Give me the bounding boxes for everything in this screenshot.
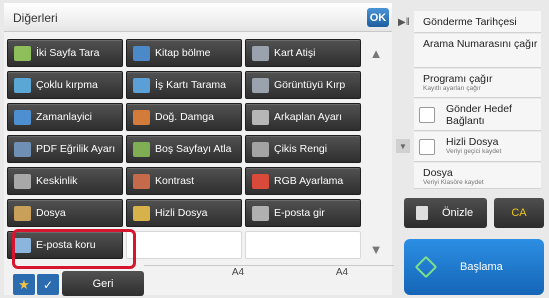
function-label: Arkaplan Ayarı	[274, 110, 343, 123]
empty-slot	[126, 231, 242, 259]
function-label: RGB Ayarlama	[274, 174, 344, 187]
function-label: Çoklu kırpma	[36, 78, 98, 91]
function-button-quick-file[interactable]: Hizli Dosya	[126, 199, 242, 227]
book-divide-icon	[133, 45, 150, 61]
business-card-scan-icon	[133, 77, 150, 93]
contrast-icon	[133, 173, 150, 189]
pdf-skew-adjust-icon	[14, 141, 31, 157]
menu-item-label: Gönderme Tarihçesi	[423, 16, 517, 28]
function-button-rgb-adjust[interactable]: RGB Ayarlama	[245, 167, 361, 195]
quick-file-item[interactable]: Hizli Dosya Veriyi geçici kaydet	[414, 132, 541, 162]
file-item[interactable]: Dosya Veriyi Klasöre kaydet	[414, 163, 541, 189]
function-button-contrast[interactable]: Kontrast	[126, 167, 242, 195]
function-button-image-crop[interactable]: Görüntüyü Kırp	[245, 71, 361, 99]
function-label: E-posta gir	[274, 206, 325, 219]
function-label: Kart Atişi	[274, 46, 316, 59]
function-button-skip-blank-page[interactable]: Boş Sayfayı Atla	[126, 135, 242, 163]
function-button-email-enter[interactable]: E-posta gir	[245, 199, 361, 227]
send-link-checkbox[interactable]	[419, 107, 435, 123]
menu-item-label: Programı çağır	[423, 73, 493, 85]
panel-header: Diğerleri OK	[4, 3, 392, 32]
function-label: İki Sayfa Tara	[36, 46, 100, 59]
file-icon	[14, 205, 31, 221]
send-history-item[interactable]: Gönderme Tarihçesi	[414, 11, 541, 33]
scroll-up-icon[interactable]: ▲	[365, 39, 387, 67]
menu-item-label: Arama Numarasını çağır	[423, 38, 538, 50]
divider	[144, 265, 394, 266]
start-label: Başlama	[460, 261, 503, 273]
function-button-card-shot[interactable]: Kart Atişi	[245, 39, 361, 67]
preview-label: Önizle	[442, 207, 474, 219]
empty-slot	[245, 231, 361, 259]
preview-icon	[416, 206, 428, 220]
back-button[interactable]: Geri	[62, 271, 144, 296]
function-label: Doğ. Damga	[155, 110, 214, 123]
send-link-item[interactable]: Gönder Hedef Bağlantı	[414, 99, 541, 131]
menu-item-sublabel: Veriyi Klasöre kaydet	[423, 179, 484, 186]
others-panel: Diğerleri OK İki Sayfa Tara Kitap bölme Ka…	[4, 3, 394, 296]
output-color-icon	[252, 141, 269, 157]
function-button-multi-crop[interactable]: Çoklu kırpma	[7, 71, 123, 99]
recall-number-item[interactable]: Arama Numarasını çağır	[414, 34, 541, 68]
function-button-background-adjust[interactable]: Arkaplan Ayarı	[245, 103, 361, 131]
start-button[interactable]: Başlama	[404, 239, 544, 295]
function-label: Keskinlik	[36, 174, 78, 187]
start-icon	[414, 255, 438, 279]
paper-size-label: A4	[335, 267, 349, 278]
function-button-sharpness[interactable]: Keskinlik	[7, 167, 123, 195]
function-button-book-divide[interactable]: Kitap bölme	[126, 39, 242, 67]
ok-button[interactable]: OK	[367, 8, 389, 27]
email-protect-highlight	[12, 229, 136, 269]
favorite-star-icon[interactable]: ★	[13, 274, 35, 295]
timer-icon	[14, 109, 31, 125]
two-page-scan-icon	[14, 45, 31, 61]
recall-program-item[interactable]: Programı çağır Kayıtlı ayarları çağır	[414, 69, 541, 98]
grid-scrollbar: ▲ ▼	[365, 39, 387, 265]
function-label: Görüntüyü Kırp	[274, 78, 346, 91]
preview-button[interactable]: Önizle	[404, 198, 487, 228]
function-button-two-page-scan[interactable]: İki Sayfa Tara	[7, 39, 123, 67]
sharpness-icon	[14, 173, 31, 189]
verification-stamp-icon	[133, 109, 150, 125]
menu-scroll-down-icon[interactable]: ▼	[396, 139, 410, 153]
image-crop-icon	[252, 77, 269, 93]
clear-all-button[interactable]: CA	[494, 198, 544, 228]
checkmark-icon[interactable]: ✓	[37, 274, 59, 295]
function-label: Zamanlayici	[36, 110, 93, 123]
card-shot-icon	[252, 45, 269, 61]
function-button-timer[interactable]: Zamanlayici	[7, 103, 123, 131]
function-button-file[interactable]: Dosya	[7, 199, 123, 227]
menu-item-label: Hizli Dosya	[446, 136, 499, 148]
function-label: İş Kartı Tarama	[155, 78, 226, 91]
function-label: Boş Sayfayı Atla	[155, 142, 232, 155]
function-button-output-color[interactable]: Çikis Rengi	[245, 135, 361, 163]
email-enter-icon	[252, 205, 269, 221]
menu-item-label: Dosya	[423, 167, 453, 179]
function-button-pdf-skew-adjust[interactable]: PDF Eğrilik Ayarı	[7, 135, 123, 163]
function-label: Çikis Rengi	[274, 142, 328, 155]
background-adjust-icon	[252, 109, 269, 125]
skip-blank-page-icon	[133, 141, 150, 157]
function-button-verification-stamp[interactable]: Doğ. Damga	[126, 103, 242, 131]
menu-item-sublabel: Kayıtlı ayarları çağır	[423, 85, 481, 92]
quick-file-icon	[133, 205, 150, 221]
screen: Diğerleri OK İki Sayfa Tara Kitap bölme Ka…	[0, 0, 549, 298]
action-panel: ▶‖ Gönderme Tarihçesi Arama Numarasını ç…	[394, 3, 546, 295]
function-label: Kontrast	[155, 174, 195, 187]
function-label: Hizli Dosya	[155, 206, 208, 219]
rgb-adjust-icon	[252, 173, 269, 189]
function-label: Kitap bölme	[155, 46, 211, 59]
menu-item-sublabel: Veriyi geçici kaydet	[446, 148, 502, 155]
collapse-arrow-icon[interactable]: ▶‖	[398, 17, 410, 28]
function-label: PDF Eğrilik Ayarı	[36, 142, 116, 155]
quick-file-checkbox[interactable]	[419, 139, 435, 155]
panel-title: Diğerleri	[13, 11, 58, 25]
function-button-business-card-scan[interactable]: İş Kartı Tarama	[126, 71, 242, 99]
multi-crop-icon	[14, 77, 31, 93]
scroll-down-icon[interactable]: ▼	[365, 235, 387, 263]
paper-size-label: A4	[231, 267, 245, 278]
menu-item-label: Gönder Hedef Bağlantı	[446, 103, 512, 127]
function-label: Dosya	[36, 206, 66, 219]
